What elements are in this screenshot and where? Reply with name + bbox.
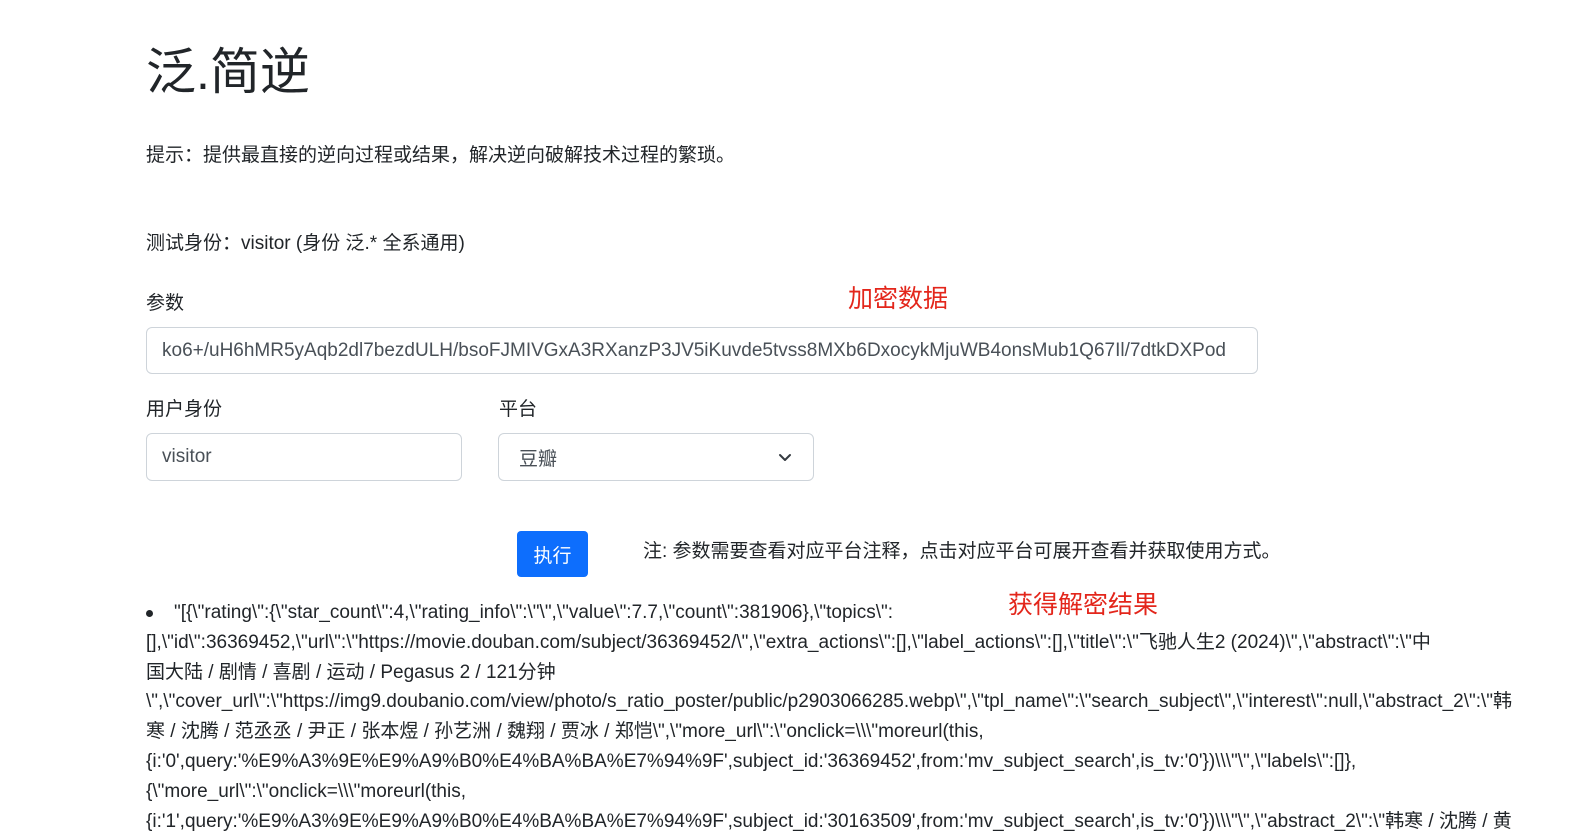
- test-identity-text: 测试身份：visitor (身份 泛.* 全系通用): [146, 233, 465, 254]
- bullet-icon: [146, 610, 153, 617]
- result-line: 寒 / 沈腾 / 范丞丞 / 尹正 / 张本煜 / 孙艺洲 / 魏翔 / 贾冰 …: [146, 721, 984, 743]
- platform-label: 平台: [499, 399, 538, 420]
- usage-note: 注: 参数需要查看对应平台注释，点击对应平台可展开查看并获取使用方式。: [643, 541, 1281, 562]
- page: 泛.简逆 提示：提供最直接的逆向过程或结果，解决逆向破解技术过程的繁琐。 测试身…: [0, 0, 1586, 836]
- user-identity-input[interactable]: [146, 433, 462, 481]
- result-list: "[{\"rating\":{\"star_count\":4,\"rating…: [146, 598, 1586, 836]
- user-identity-label: 用户身份: [146, 399, 223, 420]
- platform-select[interactable]: 豆瓣: [498, 433, 814, 481]
- result-item: "[{\"rating\":{\"star_count\":4,\"rating…: [146, 598, 1586, 836]
- result-line: "[{\"rating\":{\"star_count\":4,\"rating…: [174, 602, 894, 623]
- execute-button[interactable]: 执行: [517, 531, 588, 577]
- hint-text: 提示：提供最直接的逆向过程或结果，解决逆向破解技术过程的繁琐。: [146, 145, 736, 166]
- param-input[interactable]: [146, 327, 1258, 374]
- page-title: 泛.简逆: [146, 44, 310, 100]
- param-label: 参数: [146, 293, 185, 314]
- result-line: {i:'0',query:'%E9%A3%9E%E9%A9%B0%E4%BA%B…: [146, 750, 1357, 772]
- platform-selected-value: 豆瓣: [519, 448, 558, 470]
- result-line: [],\"id\":36369452,\"url\":\"https://mov…: [146, 631, 1431, 653]
- encrypted-data-annotation: 加密数据: [848, 285, 949, 313]
- result-line: {i:'1',query:'%E9%A3%9E%E9%A9%B0%E4%BA%B…: [146, 810, 1512, 832]
- result-line: \",\"cover_url\":\"https://img9.doubanio…: [146, 691, 1513, 713]
- chevron-down-icon: [777, 449, 793, 465]
- result-line: 国大陆 / 剧情 / 喜剧 / 运动 / Pegasus 2 / 121分钟: [146, 661, 556, 683]
- result-line: {\"more_url\":\"onclick=\\\"moreurl(this…: [146, 780, 466, 802]
